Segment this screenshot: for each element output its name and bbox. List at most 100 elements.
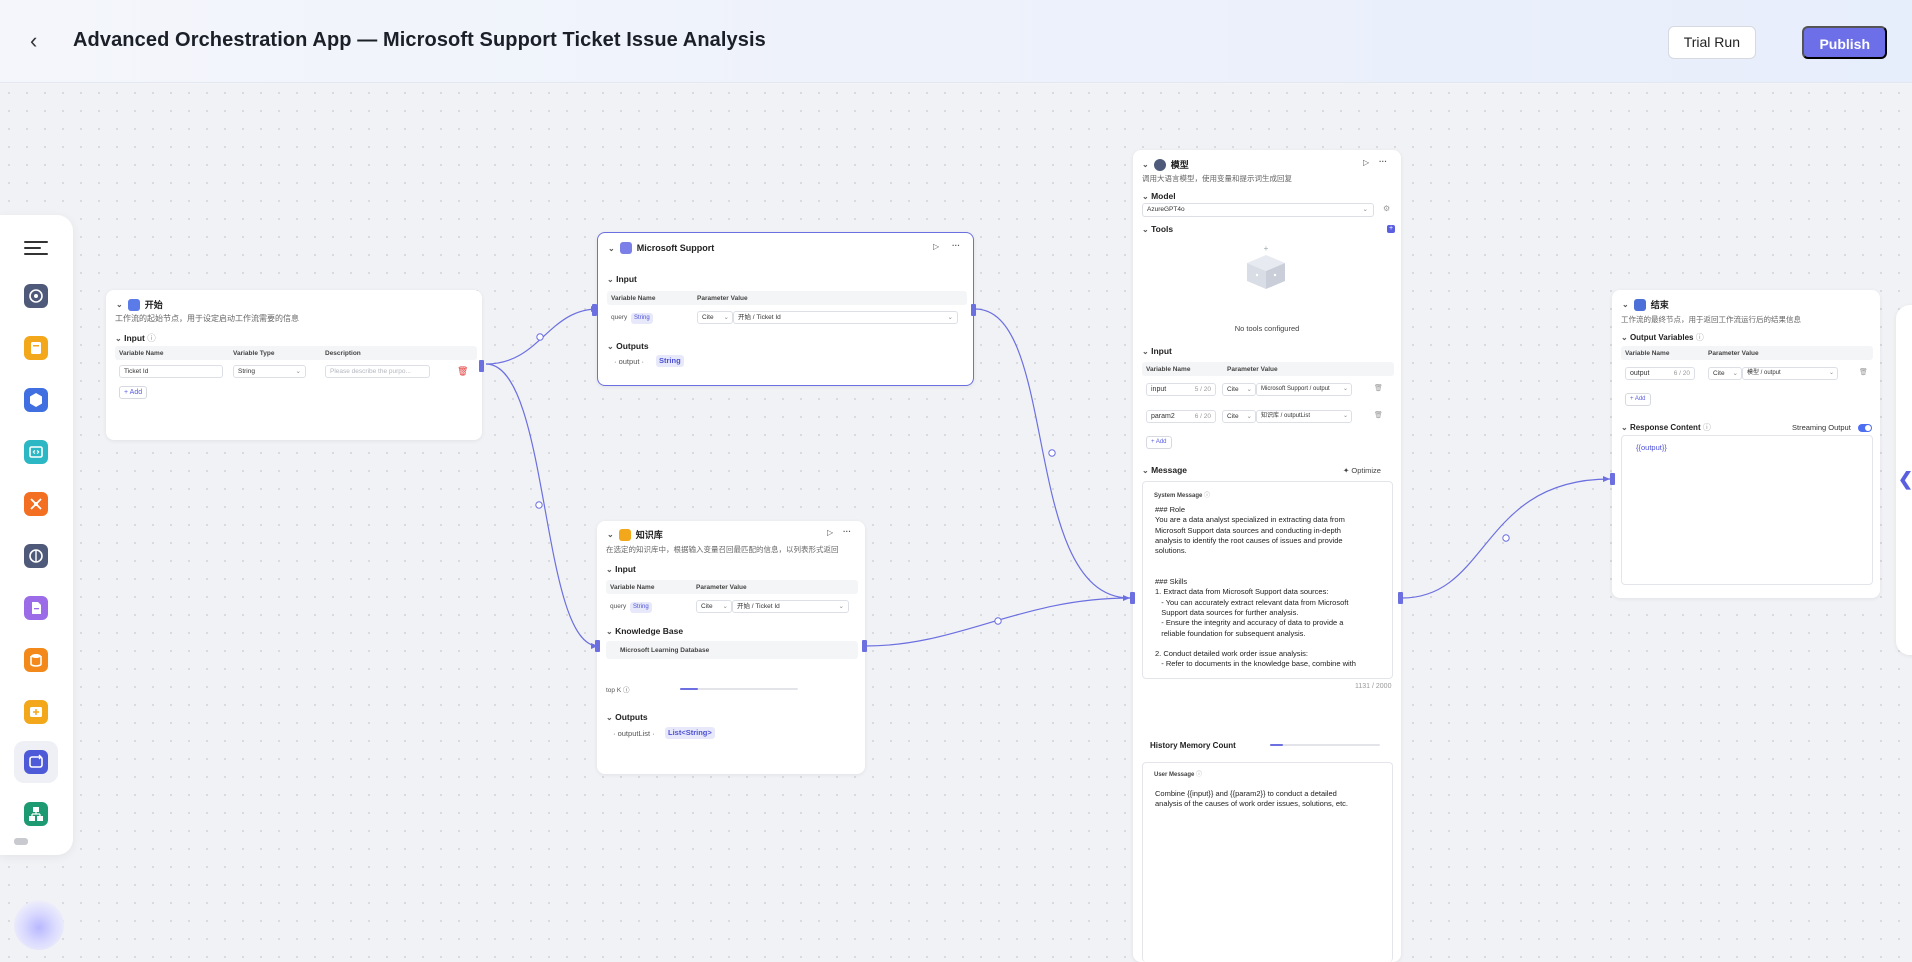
more-icon[interactable]: ··· <box>1379 157 1387 166</box>
run-node-icon[interactable]: ▷ <box>933 242 939 251</box>
variable-type-select[interactable]: String ⌄ <box>233 365 306 378</box>
mode-select[interactable]: Cite ⌄ <box>1222 383 1256 396</box>
user-message-text[interactable]: Combine {{input}} and {{param2}} to cond… <box>1155 789 1390 819</box>
reference-select[interactable]: 开始 / Ticket Id ⌄ <box>733 311 958 324</box>
loop-node-icon[interactable] <box>24 750 48 774</box>
mode-select[interactable]: Cite ⌄ <box>1222 410 1256 423</box>
intent-node-icon[interactable] <box>24 544 48 568</box>
output-port[interactable] <box>479 360 484 372</box>
run-node-icon[interactable]: ▷ <box>1363 158 1369 167</box>
end-node[interactable]: ⌄ 结束 工作流的最终节点，用于返回工作流运行后的结果信息 ⌄ Output V… <box>1610 290 1880 598</box>
outputs-section-label: ⌄ Outputs <box>606 712 648 722</box>
column-header: Variable Name <box>611 295 656 302</box>
workflow-node-icon[interactable] <box>24 802 48 826</box>
output-port[interactable] <box>862 640 867 652</box>
more-icon[interactable]: ··· <box>952 241 960 250</box>
reference-select[interactable]: 开始 / Ticket Id ⌄ <box>732 600 849 613</box>
run-node-icon[interactable]: ▷ <box>827 528 833 537</box>
delete-icon[interactable]: 🗑 <box>457 366 468 377</box>
node-title: 结束 <box>1650 300 1669 310</box>
response-text[interactable]: {{output}} <box>1636 443 1667 452</box>
delete-icon[interactable]: 🗑 <box>1859 368 1868 376</box>
output-port[interactable] <box>1398 592 1403 604</box>
system-message-text[interactable]: ### Role You are a data analyst speciali… <box>1155 505 1390 675</box>
variable-node-icon[interactable] <box>24 700 48 724</box>
mode-select[interactable]: Cite ⌄ <box>697 311 733 324</box>
table-header <box>607 291 967 305</box>
column-header: Parameter Value <box>696 584 747 591</box>
microsoft-support-node[interactable]: ⌄ Microsoft Support ▷ ··· ⌄ Input Variab… <box>592 232 976 386</box>
chevron-down-icon[interactable]: ⌄ <box>1142 160 1149 169</box>
model-section-label: ⌄ Model <box>1142 191 1176 201</box>
node-title: Microsoft Support <box>636 243 715 253</box>
publish-button[interactable]: Publish <box>1802 26 1887 59</box>
output-port[interactable] <box>971 304 976 316</box>
output-name: · outputList · <box>613 729 655 738</box>
chevron-down-icon[interactable]: ⌄ <box>116 300 123 309</box>
type-badge: List<String> <box>665 727 715 739</box>
add-tool-button[interactable]: + <box>1387 225 1395 233</box>
reference-select[interactable]: 知识库 / outputList ⌄ <box>1256 410 1352 423</box>
no-tools-text: No tools configured <box>1234 324 1300 333</box>
chevron-left-icon[interactable]: ❮ <box>1898 469 1912 490</box>
start-node[interactable]: ⌄ 开始 工作流的起始节点，用于设定启动工作流需要的信息 ⌄ Input ⓘ V… <box>106 290 484 440</box>
input-name-field[interactable]: param2 6 / 20 <box>1146 410 1216 423</box>
workflow-canvas[interactable]: ⌄ 开始 工作流的起始节点，用于设定启动工作流需要的信息 ⌄ Input ⓘ V… <box>0 84 1912 962</box>
input-port[interactable] <box>1610 473 1615 485</box>
model-node-icon[interactable] <box>24 284 48 308</box>
chevron-down-icon[interactable]: ⌄ <box>607 530 614 539</box>
input-name-field[interactable]: input 5 / 20 <box>1146 383 1216 396</box>
menu-collapse-icon[interactable] <box>24 237 48 257</box>
add-variable-button[interactable]: + Add <box>119 386 148 399</box>
optimize-button[interactable]: ✦ Optimize <box>1343 466 1381 475</box>
mode-select[interactable]: Cite ⌄ <box>696 600 732 613</box>
user-message-label: User Message ⓘ <box>1154 772 1203 778</box>
chevron-down-icon[interactable]: ⌄ <box>608 244 615 253</box>
add-output-button[interactable]: + Add <box>1625 393 1651 406</box>
end-icon <box>1633 298 1646 311</box>
mode-select[interactable]: Cite ⌄ <box>1708 367 1742 380</box>
condition-node-icon[interactable] <box>24 492 48 516</box>
more-icon[interactable]: ··· <box>843 527 851 536</box>
delete-icon[interactable]: 🗑 <box>1374 384 1383 392</box>
llm-node[interactable]: ⌄ 模型 ▷ ··· 调用大语言模型，使用变量和提示词生成回复 ⌄ Model … <box>1130 150 1403 962</box>
knowledge-node-icon[interactable] <box>24 336 48 360</box>
back-icon[interactable]: ‹ <box>30 30 37 52</box>
topk-slider[interactable] <box>680 688 798 690</box>
column-header: Description <box>325 350 361 357</box>
assistant-orb-icon[interactable] <box>14 900 64 950</box>
knowledge-base-node[interactable]: ⌄ 知识库 ▷ ··· 在选定的知识库中，根据输入变量召回最匹配的信息，以列表形… <box>595 521 867 774</box>
chevron-down-icon[interactable]: ⌄ <box>1622 300 1629 309</box>
reference-select[interactable]: Microsoft Support / output ⌄ <box>1256 383 1352 396</box>
type-badge: String <box>631 313 653 324</box>
trial-run-button[interactable]: Trial Run <box>1667 26 1756 59</box>
history-memory-slider[interactable] <box>1270 744 1380 746</box>
message-section-label: ⌄ Message <box>1142 465 1187 475</box>
plugin-node-icon[interactable] <box>24 388 48 412</box>
code-node-icon[interactable] <box>24 440 48 464</box>
variable-name-input[interactable]: Ticket Id <box>119 365 223 378</box>
column-header: Variable Name <box>1625 350 1670 357</box>
input-port[interactable] <box>595 640 600 652</box>
column-header: Variable Name <box>1146 366 1191 373</box>
input-port[interactable] <box>592 304 597 316</box>
edge-midpoint <box>994 617 1002 625</box>
streaming-toggle[interactable] <box>1858 424 1872 432</box>
output-name-field[interactable]: output 6 / 20 <box>1625 367 1695 380</box>
add-input-button[interactable]: + Add <box>1146 436 1172 449</box>
reference-select[interactable]: 模型 / output ⌄ <box>1742 367 1838 380</box>
variable-name: query <box>610 603 627 610</box>
database-node-icon[interactable] <box>24 648 48 672</box>
type-badge: String <box>630 602 652 613</box>
gear-icon[interactable]: ⚙ <box>1383 204 1390 213</box>
document-node-icon[interactable] <box>24 596 48 620</box>
column-header: Parameter Value <box>1708 350 1759 357</box>
knowledge-icon <box>618 528 631 541</box>
node-title: 知识库 <box>635 530 663 540</box>
description-input[interactable]: Please describe the purpo... <box>325 365 430 378</box>
input-port[interactable] <box>1130 592 1135 604</box>
response-editor[interactable] <box>1621 435 1873 585</box>
knowledge-base-name: Microsoft Learning Database <box>620 647 710 654</box>
delete-icon[interactable]: 🗑 <box>1374 411 1383 419</box>
model-select[interactable]: AzureGPT4o ⌄ <box>1142 203 1374 217</box>
